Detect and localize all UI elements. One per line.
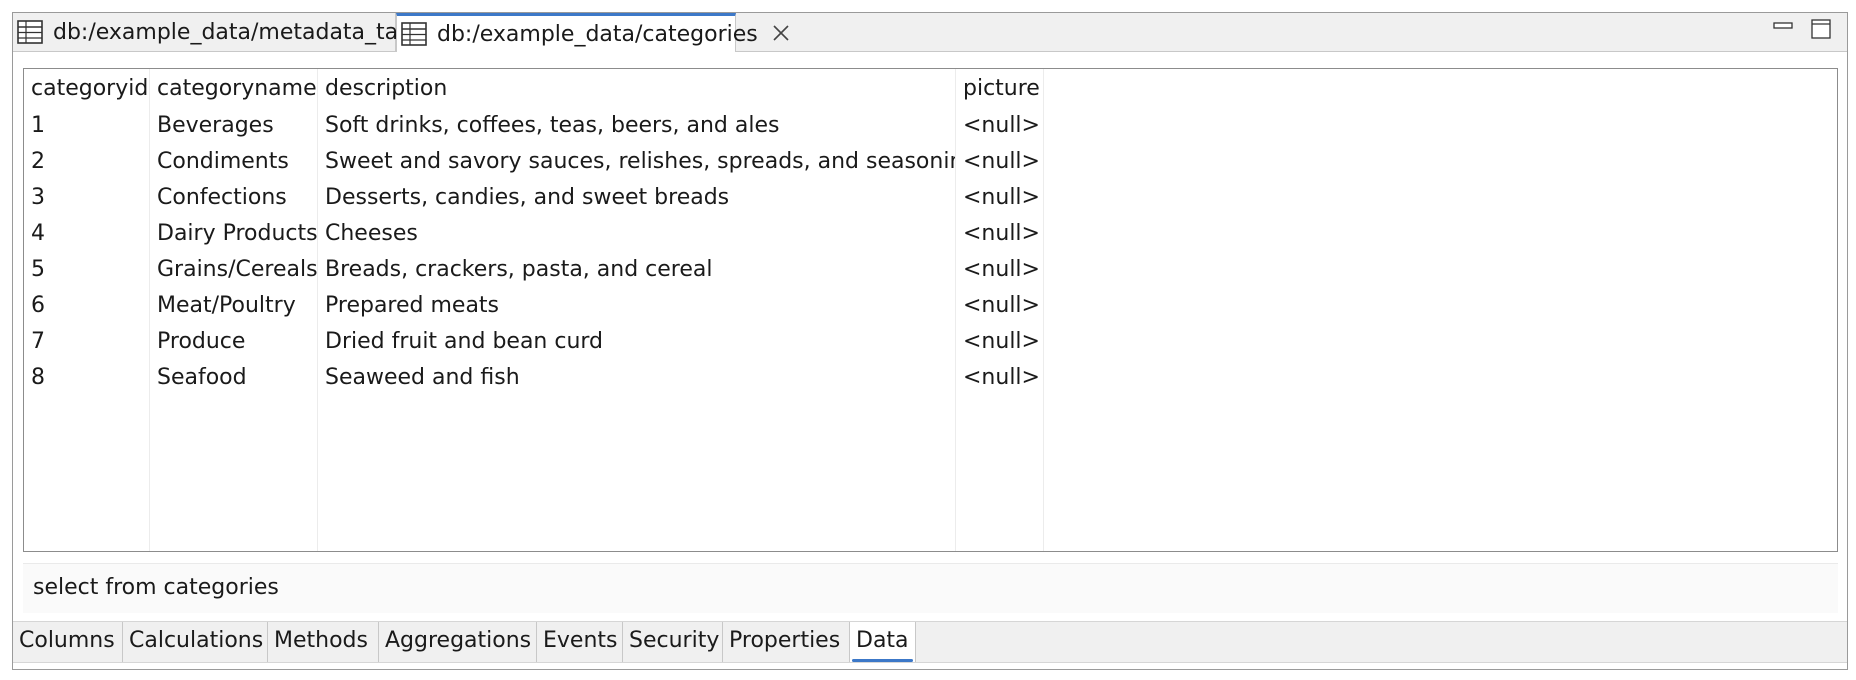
table-cell[interactable]: 2 xyxy=(24,144,149,180)
table-cell[interactable]: Beverages xyxy=(150,108,317,144)
column-header[interactable]: categoryname xyxy=(150,71,317,107)
table-cell[interactable]: Cheeses xyxy=(318,216,955,252)
table-cell[interactable]: Soft drinks, coffees, teas, beers, and a… xyxy=(318,108,955,144)
table-cell[interactable]: 6 xyxy=(24,288,149,324)
table-cell[interactable]: 3 xyxy=(24,180,149,216)
table-cell[interactable]: <null> xyxy=(956,180,1043,216)
tab-data[interactable]: Data xyxy=(850,622,916,662)
table-cell[interactable]: 5 xyxy=(24,252,149,288)
tab-categories[interactable]: db:/example_data/categories xyxy=(396,13,789,52)
table-cell[interactable]: 7 xyxy=(24,324,149,360)
table-cell[interactable]: Dried fruit and bean curd xyxy=(318,324,955,360)
editor-tab-strip: db:/example_data/metadata_table db:/exam… xyxy=(13,13,1847,52)
sql-query-field[interactable]: select from categories xyxy=(23,563,1838,613)
editor-frame: db:/example_data/metadata_table db:/exam… xyxy=(12,12,1848,670)
table-icon xyxy=(401,22,427,46)
table-cell[interactable]: <null> xyxy=(956,144,1043,180)
table-cell[interactable]: <null> xyxy=(956,360,1043,396)
tab-calculations[interactable]: Calculations xyxy=(123,622,268,662)
table-cell[interactable]: Sweet and savory sauces, relishes, sprea… xyxy=(318,144,955,180)
maximize-icon[interactable] xyxy=(1811,19,1831,39)
table-cell[interactable]: Produce xyxy=(150,324,317,360)
tab-metadata-table[interactable]: db:/example_data/metadata_table xyxy=(13,13,432,51)
data-grid[interactable]: categoryid 1 2 3 4 5 6 7 8 categoryname … xyxy=(23,68,1838,552)
column-header[interactable]: picture xyxy=(956,71,1043,107)
window-controls xyxy=(1773,19,1831,39)
table-cell[interactable]: Confections xyxy=(150,180,317,216)
minimize-icon[interactable] xyxy=(1773,19,1793,39)
column-description: description Soft drinks, coffees, teas, … xyxy=(318,69,956,551)
editor-content: categoryid 1 2 3 4 5 6 7 8 categoryname … xyxy=(13,52,1847,669)
tab-label: db:/example_data/categories xyxy=(437,21,758,47)
table-cell[interactable]: Condiments xyxy=(150,144,317,180)
table-cell[interactable]: 8 xyxy=(24,360,149,396)
table-icon xyxy=(17,20,43,44)
table-cell[interactable]: Prepared meats xyxy=(318,288,955,324)
column-categoryname: categoryname Beverages Condiments Confec… xyxy=(150,69,318,551)
close-icon[interactable] xyxy=(772,21,790,47)
column-header[interactable]: description xyxy=(318,71,955,107)
table-cell[interactable]: 1 xyxy=(24,108,149,144)
table-cell[interactable]: Desserts, candies, and sweet breads xyxy=(318,180,955,216)
tab-methods[interactable]: Methods xyxy=(268,622,379,662)
table-cell[interactable]: Breads, crackers, pasta, and cereal xyxy=(318,252,955,288)
table-cell[interactable]: Meat/Poultry xyxy=(150,288,317,324)
table-cell[interactable]: <null> xyxy=(956,288,1043,324)
table-cell[interactable]: Grains/Cereals xyxy=(150,252,317,288)
table-cell[interactable]: Dairy Products xyxy=(150,216,317,252)
tab-security[interactable]: Security xyxy=(623,622,723,662)
table-cell[interactable]: <null> xyxy=(956,324,1043,360)
tab-properties[interactable]: Properties xyxy=(723,622,850,662)
tab-aggregations[interactable]: Aggregations xyxy=(379,622,537,662)
column-picture: picture <null> <null> <null> <null> <nul… xyxy=(956,69,1044,551)
tab-columns[interactable]: Columns xyxy=(13,622,123,662)
table-cell[interactable]: 4 xyxy=(24,216,149,252)
table-cell[interactable]: <null> xyxy=(956,252,1043,288)
table-cell[interactable]: <null> xyxy=(956,108,1043,144)
bottom-tab-bar: Columns Calculations Methods Aggregation… xyxy=(13,621,1847,663)
column-categoryid: categoryid 1 2 3 4 5 6 7 8 xyxy=(24,69,150,551)
tab-label: db:/example_data/metadata_table xyxy=(53,19,432,45)
table-cell[interactable]: <null> xyxy=(956,216,1043,252)
table-cell[interactable]: Seafood xyxy=(150,360,317,396)
table-cell[interactable]: Seaweed and fish xyxy=(318,360,955,396)
tab-events[interactable]: Events xyxy=(537,622,623,662)
column-header[interactable]: categoryid xyxy=(24,71,149,107)
